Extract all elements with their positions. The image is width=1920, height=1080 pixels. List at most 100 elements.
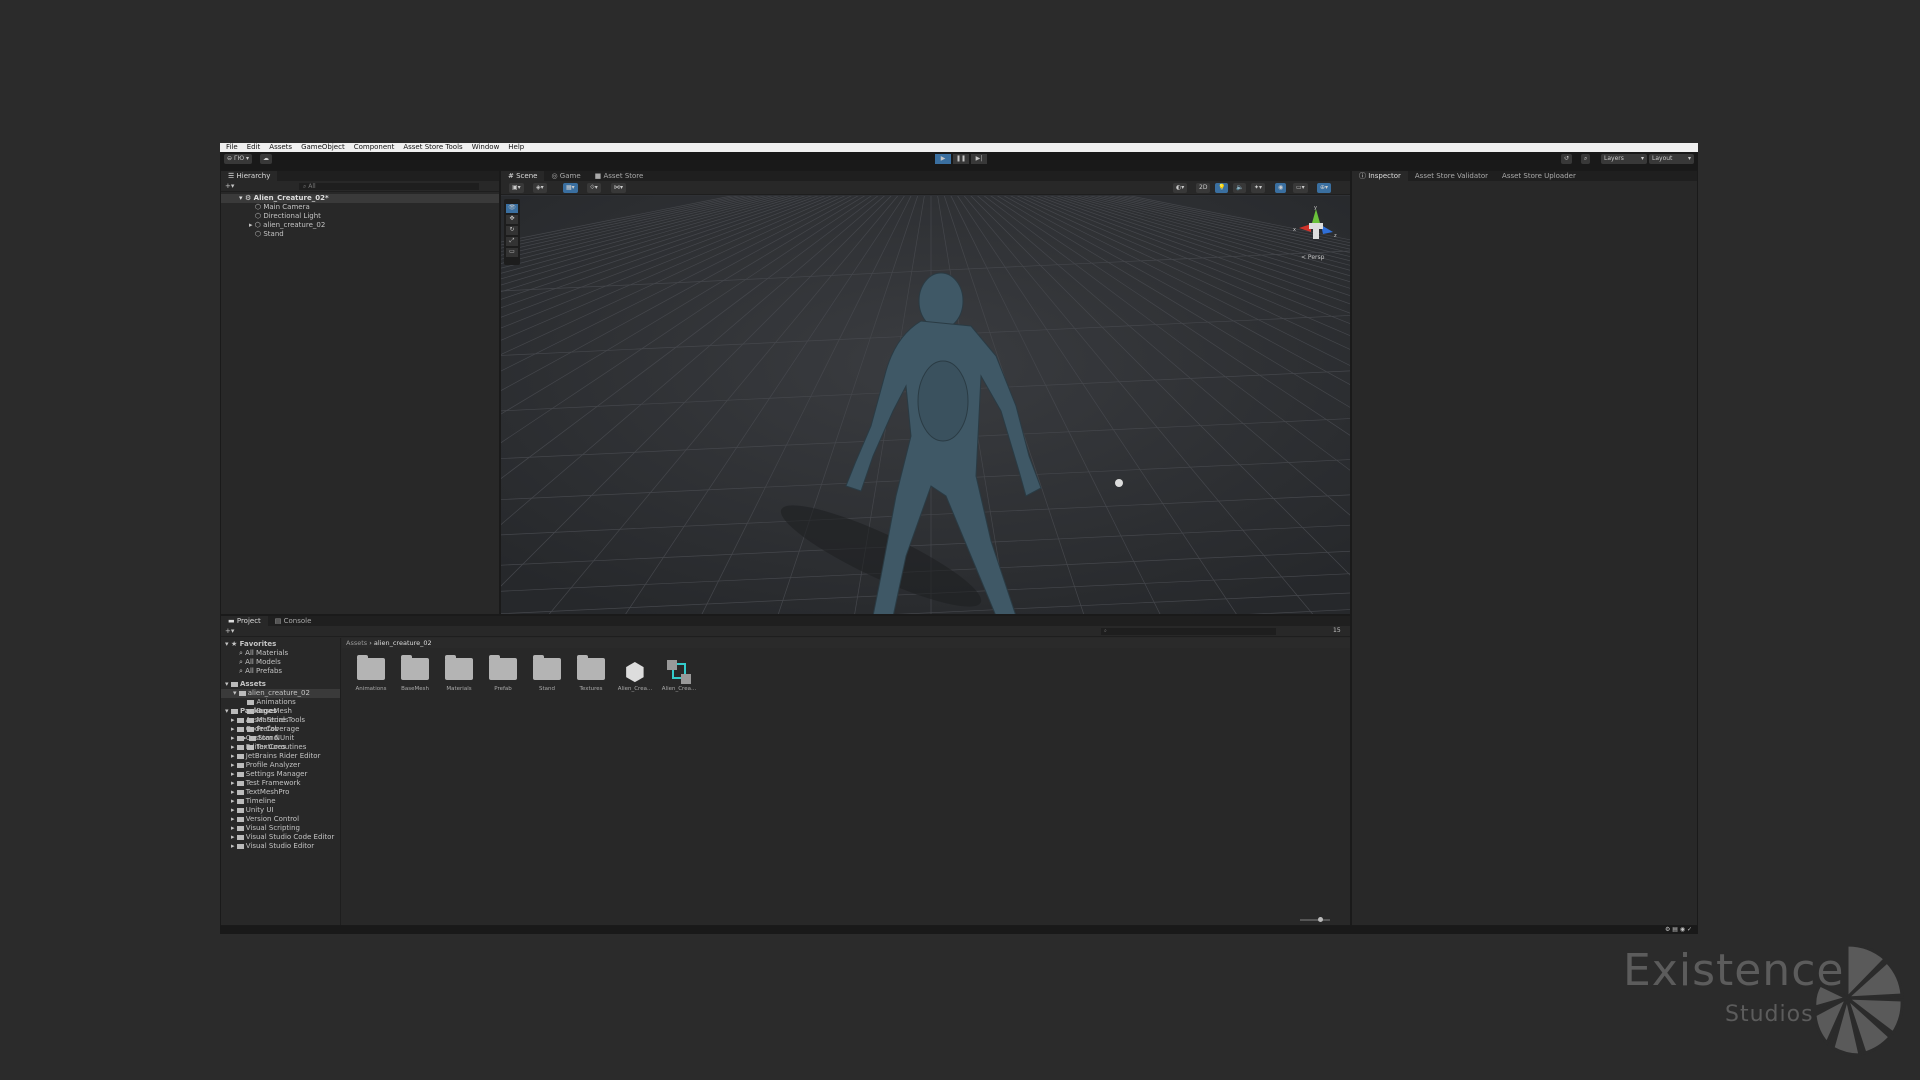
history-icon[interactable]: ↺ xyxy=(1561,154,1573,164)
icon-size-slider[interactable] xyxy=(1300,917,1330,922)
scene-viewport[interactable] xyxy=(501,196,1350,614)
favorite-item[interactable]: ⌕ All Prefabs xyxy=(221,667,340,676)
favorite-item[interactable]: ⌕ All Models xyxy=(221,658,340,667)
asset-grid-item[interactable]: BaseMesh xyxy=(393,655,437,692)
lighting-toggle[interactable]: 💡 xyxy=(1215,183,1229,193)
scale-tool-button[interactable]: ⤢ xyxy=(506,237,518,246)
tab-asset-store[interactable]: ■ Asset Store xyxy=(588,171,651,181)
tab-hierarchy[interactable]: ☰ Hierarchy xyxy=(221,171,278,181)
favorites-header[interactable]: ▾ ★ Favorites xyxy=(221,640,340,649)
camera-dropdown[interactable]: ▭▾ xyxy=(1293,183,1308,193)
package-item[interactable]: ▸ Code Coverage xyxy=(221,725,340,734)
hierarchy-item[interactable]: ⬡ Directional Light xyxy=(221,212,499,221)
audio-toggle[interactable]: 🔈 xyxy=(1233,183,1247,193)
tab-scene[interactable]: # Scene xyxy=(501,171,545,181)
unity-editor-window: File Edit Assets GameObject Component As… xyxy=(220,143,1698,934)
folder-icon xyxy=(577,655,605,680)
tab-asset-store-uploader[interactable]: Asset Store Uploader xyxy=(1495,171,1583,181)
favorite-item[interactable]: ⌕ All Materials xyxy=(221,649,340,658)
menu-file[interactable]: File xyxy=(226,143,238,152)
package-item[interactable]: ▸ Custom NUnit xyxy=(221,734,340,743)
package-item[interactable]: ▸ Visual Scripting xyxy=(221,824,340,833)
package-item[interactable]: ▸ Timeline xyxy=(221,797,340,806)
menu-window[interactable]: Window xyxy=(472,143,500,152)
tab-label: Asset Store Validator xyxy=(1414,172,1489,180)
perspective-toggle[interactable]: < Persp xyxy=(1301,254,1324,261)
asset-grid-item[interactable]: Materials xyxy=(437,655,481,692)
hierarchy-item[interactable]: ▸ ⬡ alien_creature_02 xyxy=(221,221,499,230)
tab-game[interactable]: ◎ Game xyxy=(544,171,587,181)
effects-dropdown[interactable]: ✦▾ xyxy=(1251,183,1266,193)
watermark-logo-subtext: Studios xyxy=(1725,1002,1814,1027)
orientation-dropdown[interactable]: ◐▾ xyxy=(1173,183,1188,193)
package-item[interactable]: ▸ Visual Studio Code Editor xyxy=(221,833,340,842)
package-item[interactable]: ▸ Profile Analyzer xyxy=(221,761,340,770)
play-button[interactable]: ▶ xyxy=(935,154,951,164)
tab-project[interactable]: ▬ Project xyxy=(221,616,268,626)
hidden-objects-toggle[interactable]: ◉ xyxy=(1275,183,1287,193)
increment-snap-dropdown[interactable]: ⟐▾ xyxy=(587,183,601,193)
asset-folder-item[interactable]: Animations xyxy=(221,698,340,707)
menu-gameobject[interactable]: GameObject xyxy=(301,143,345,152)
rotate-tool-button[interactable]: ↻ xyxy=(506,226,518,235)
add-button[interactable]: +▾ xyxy=(225,182,234,190)
scene-root[interactable]: ▾ ⚙ Alien_Creature_02* xyxy=(221,194,499,203)
render-mode-dropdown[interactable]: ◈▾ xyxy=(533,183,547,193)
item-label: Stand xyxy=(539,686,555,692)
step-button[interactable]: ▶| xyxy=(971,154,987,164)
hierarchy-item[interactable]: ⬡ Main Camera xyxy=(221,203,499,212)
package-item[interactable]: ▸ Test Framework xyxy=(221,779,340,788)
item-label: TextMeshPro xyxy=(245,788,290,796)
item-label: Animations xyxy=(256,698,296,706)
cloud-icon[interactable]: ☁ xyxy=(260,154,272,164)
package-item[interactable]: ▸ Visual Studio Editor xyxy=(221,842,340,851)
draw-mode-dropdown[interactable]: ▣▾ xyxy=(509,183,524,193)
package-item[interactable]: ▸ Settings Manager xyxy=(221,770,340,779)
asset-grid-item[interactable]: Textures xyxy=(569,655,613,692)
menu-help[interactable]: Help xyxy=(508,143,524,152)
asset-grid-item[interactable]: Animations xyxy=(349,655,393,692)
hierarchy-item[interactable]: ⬡ Stand xyxy=(221,230,499,239)
package-item[interactable]: ▸ Asset Store Tools xyxy=(221,716,340,725)
packages-label: Packages xyxy=(239,707,278,715)
view-tool-button[interactable]: 👁 xyxy=(506,204,518,213)
tab-asset-store-validator[interactable]: Asset Store Validator xyxy=(1408,171,1495,181)
package-item[interactable]: ▸ Editor Coroutines xyxy=(221,743,340,752)
gizmos-dropdown[interactable]: ⊕▾ xyxy=(1317,183,1332,193)
item-label: Visual Studio Code Editor xyxy=(245,833,335,841)
layers-dropdown[interactable]: Layers ▾ xyxy=(1601,154,1647,164)
asset-grid-item[interactable]: Stand xyxy=(525,655,569,692)
account-button[interactable]: ⊖ ГЮ ▾ xyxy=(224,154,252,164)
menu-component[interactable]: Component xyxy=(354,143,395,152)
package-item[interactable]: ▸ Unity UI xyxy=(221,806,340,815)
layout-dropdown[interactable]: Layout ▾ xyxy=(1649,154,1694,164)
asset-grid-item[interactable]: Prefab xyxy=(481,655,525,692)
menu-asset-store-tools[interactable]: Asset Store Tools xyxy=(403,143,462,152)
grid-snap-dropdown[interactable]: ▦▾ xyxy=(563,183,578,193)
assets-header[interactable]: ▾ Assets xyxy=(221,680,340,689)
search-icon[interactable]: ⌕ xyxy=(1581,154,1591,164)
asset-grid-item[interactable]: ⬢ Alien_Crea... xyxy=(613,658,657,692)
light-gizmo-icon[interactable] xyxy=(1115,479,1123,487)
project-search-input[interactable]: ⌕ xyxy=(1101,628,1276,635)
folder-alien-creature[interactable]: ▾ alien_creature_02 xyxy=(221,689,340,698)
package-item[interactable]: ▸ JetBrains Rider Editor xyxy=(221,752,340,761)
move-tool-button[interactable]: ✥ xyxy=(506,215,518,224)
menu-edit[interactable]: Edit xyxy=(247,143,261,152)
hierarchy-search-input[interactable]: ⌕ All xyxy=(299,183,479,190)
asset-grid-item[interactable]: Alien_Crea... xyxy=(657,658,701,692)
rect-tool-button[interactable]: ▭ xyxy=(506,248,518,257)
2d-toggle[interactable]: 2D xyxy=(1196,183,1211,193)
tab-console[interactable]: ▤ Console xyxy=(268,616,319,626)
menu-assets[interactable]: Assets xyxy=(269,143,292,152)
breadcrumb-current[interactable]: alien_creature_02 xyxy=(374,639,432,647)
package-item[interactable]: ▸ Version Control xyxy=(221,815,340,824)
tab-inspector[interactable]: ⓘ Inspector xyxy=(1352,171,1408,181)
create-button[interactable]: +▾ xyxy=(225,627,234,635)
breadcrumb-assets[interactable]: Assets xyxy=(346,639,367,647)
orientation-gizmo[interactable]: y x z xyxy=(1291,201,1341,251)
item-label: All Models xyxy=(245,658,281,666)
align-dropdown[interactable]: ⋈▾ xyxy=(611,183,627,193)
pause-button[interactable]: ❚❚ xyxy=(953,154,969,164)
package-item[interactable]: ▸ TextMeshPro xyxy=(221,788,340,797)
